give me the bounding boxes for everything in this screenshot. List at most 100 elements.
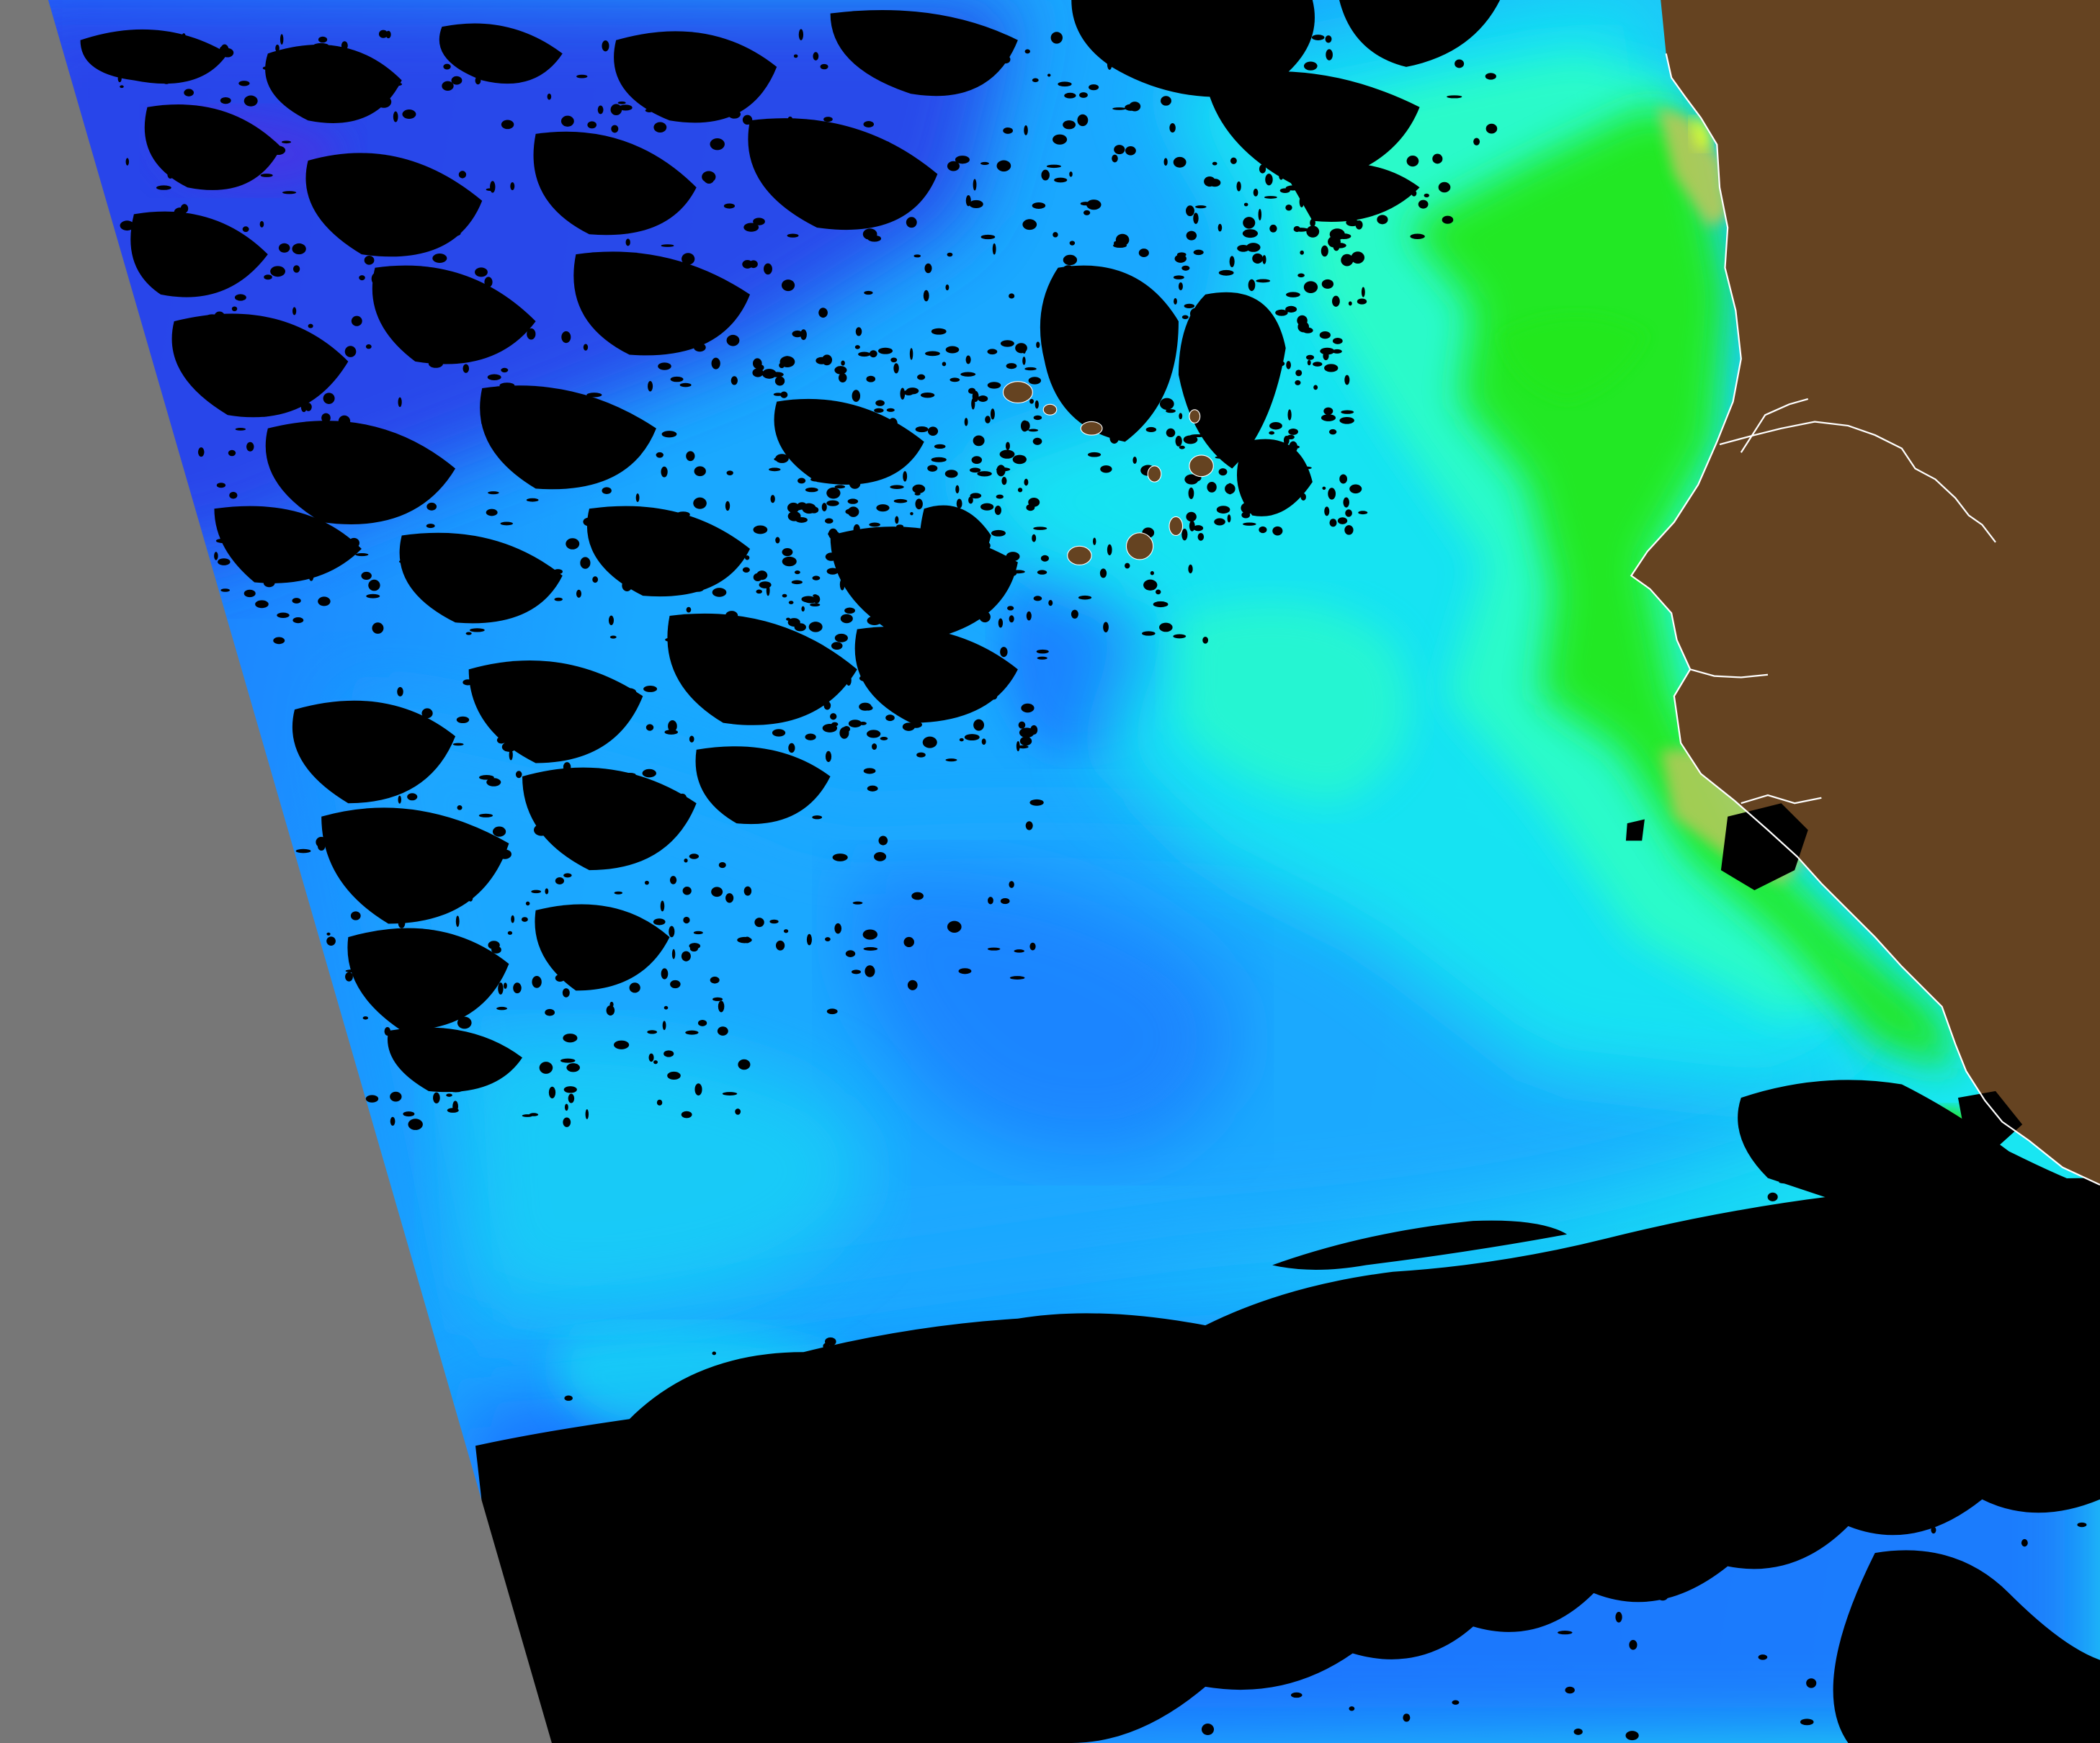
cloud-speckle <box>744 1695 760 1705</box>
cloud-speckle <box>1269 224 1277 233</box>
cloud-speckle <box>1174 1363 1187 1372</box>
cloud-speckle <box>1173 275 1184 279</box>
cloud-speckle <box>1000 897 1010 905</box>
cloud-speckle <box>1991 1649 1998 1654</box>
cloud-speckle <box>689 945 698 952</box>
cloud-speckle <box>625 332 640 339</box>
cloud-speckle <box>1036 341 1040 349</box>
cloud-speckle <box>215 538 231 544</box>
cloud-speckle <box>1024 49 1030 54</box>
cloud-speckle <box>275 44 280 53</box>
cloud-speckle <box>1026 503 1035 511</box>
cloud-speckle <box>350 911 361 920</box>
cloud-speckle <box>455 866 463 876</box>
cloud-speckle <box>478 774 494 780</box>
cloud-speckle <box>1324 364 1339 372</box>
cloud-speckle <box>1339 416 1354 424</box>
cloud-speckle <box>910 721 922 728</box>
cloud-speckle <box>1000 647 1008 658</box>
cloud-speckle <box>1099 568 1107 578</box>
cloud-speckle <box>885 714 895 722</box>
cloud-speckle <box>470 280 481 288</box>
cloud-speckle <box>511 329 521 339</box>
cloud-speckle <box>834 633 848 642</box>
cloud-speckle <box>834 366 847 375</box>
cloud-speckle <box>609 1001 614 1008</box>
cloud-speckle <box>1298 466 1312 470</box>
cloud-speckle <box>1063 1586 1069 1590</box>
cloud-speckle <box>1193 249 1204 256</box>
cloud-speckle <box>229 491 238 499</box>
cloud-speckle <box>1313 385 1318 390</box>
cloud-speckle <box>281 140 291 144</box>
cloud-speckle <box>977 471 992 477</box>
cloud-speckle <box>1321 245 1328 257</box>
cloud-speckle <box>1545 1453 1558 1459</box>
cloud-speckle <box>586 393 602 398</box>
cloud-speckle <box>510 182 515 191</box>
cloud-speckle <box>1012 454 1027 465</box>
cloud-speckle <box>362 734 371 739</box>
cloud-speckle <box>927 465 938 472</box>
cloud-speckle <box>457 805 463 810</box>
cloud-speckle <box>871 630 879 637</box>
cloud-speckle <box>1625 1731 1639 1741</box>
cloud-speckle <box>573 672 586 677</box>
cloud-speckle <box>602 856 614 866</box>
cloud-speckle <box>986 1656 996 1659</box>
cloud-speckle <box>992 243 996 255</box>
cloud-speckle <box>1361 287 1365 297</box>
cloud-speckle <box>273 637 285 645</box>
cloud-speckle <box>647 1030 658 1034</box>
cloud-speckle <box>1328 429 1337 435</box>
cloud-speckle <box>781 279 795 292</box>
cloud-speckle <box>893 498 908 503</box>
cloud-speckle <box>825 552 838 561</box>
cloud-speckle <box>362 1016 369 1020</box>
cloud-speckle <box>1019 736 1032 746</box>
cloud-speckle <box>694 466 706 477</box>
cloud-speckle <box>1243 217 1256 229</box>
cloud-speckle <box>576 74 588 79</box>
cloud-speckle <box>492 826 506 837</box>
cloud-speckle <box>603 924 607 936</box>
cloud-speckle <box>938 583 947 590</box>
cloud-speckle <box>1259 526 1267 534</box>
cloud-speckle <box>1438 182 1451 193</box>
cloud-speckle <box>971 681 983 690</box>
cloud-speckle <box>1094 411 1103 421</box>
cloud-speckle <box>1024 125 1028 135</box>
cloud-speckle <box>1328 236 1341 248</box>
cloud-speckle <box>1455 59 1465 68</box>
cloud-speckle <box>626 1440 640 1453</box>
cloud-speckle <box>1143 579 1158 591</box>
cloud-speckle <box>588 769 594 782</box>
cloud-speckle <box>704 1533 720 1540</box>
cloud-speckle <box>323 106 336 113</box>
cloud-speckle <box>978 541 991 551</box>
cloud-speckle <box>625 238 630 246</box>
cloud-speckle <box>769 919 779 924</box>
cloud-speckle <box>416 818 421 826</box>
cloud-speckle <box>949 656 958 669</box>
cloud-speckle <box>745 555 750 560</box>
cloud-speckle <box>1619 1350 1633 1358</box>
cloud-speckle <box>795 517 808 523</box>
cloud-speckle <box>903 390 914 396</box>
cloud-speckle <box>1125 145 1136 156</box>
cloud-speckle <box>421 708 433 719</box>
cloud-speckle <box>1055 376 1069 387</box>
cloud-speckle <box>1188 564 1193 574</box>
cloud-speckle <box>563 1086 577 1093</box>
cloud-speckle <box>1028 429 1039 432</box>
cloud-speckle <box>1973 1394 1987 1407</box>
cloud-speckle <box>584 823 591 833</box>
cloud-speckle <box>1370 1401 1385 1404</box>
cloud-speckle <box>269 76 278 85</box>
cloud-speckle <box>365 344 372 349</box>
cloud-speckle <box>979 58 994 71</box>
cloud-speckle <box>1514 1502 1526 1505</box>
cloud-speckle <box>332 781 344 792</box>
cloud-speckle <box>910 511 913 516</box>
cloud-speckle <box>611 125 619 133</box>
